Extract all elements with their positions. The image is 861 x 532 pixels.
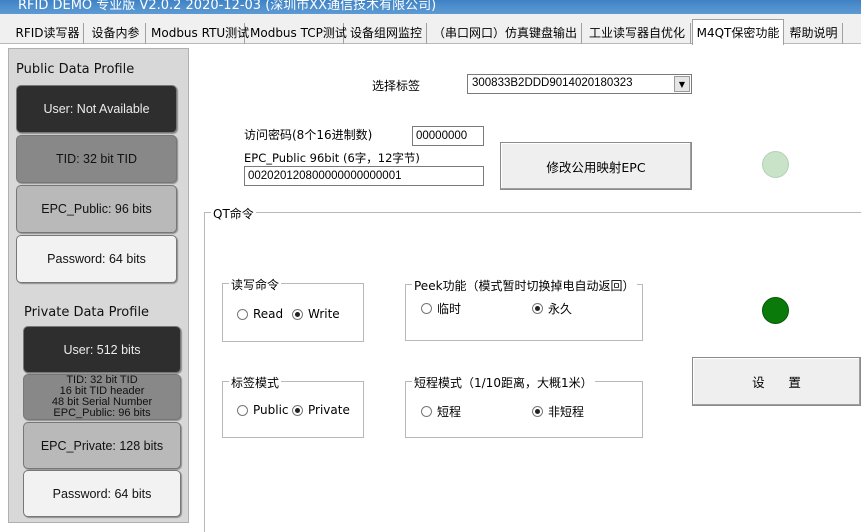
tab-help[interactable]: 帮助说明 xyxy=(785,23,843,44)
radio-dot-selected[interactable] xyxy=(532,303,543,314)
public-profile-title: Public Data Profile xyxy=(16,62,135,77)
qt-command-title: QT命令 xyxy=(211,205,256,222)
window-title: RFID DEMO 专业版 V2.0.2 2020-12-03 (深圳市XX通信… xyxy=(18,0,437,13)
modify-public-epc-button[interactable]: 修改公用映射EPC xyxy=(500,142,692,190)
private-profile-title: Private Data Profile xyxy=(24,305,150,320)
epc-public-input[interactable]: 002020120800000000000001 xyxy=(244,166,484,186)
tab-network-monitor[interactable]: 设备组网监控 xyxy=(346,23,427,44)
tab-m4qt-security[interactable]: M4QT保密功能 xyxy=(692,19,784,45)
private-user-block: User: 512 bits xyxy=(23,326,181,373)
short-range-title: 短程模式（1/10距离，大概1米） xyxy=(412,374,595,391)
radio-dot-selected[interactable] xyxy=(532,406,543,417)
tab-strip: RFID读写器 设备内参 Modbus RTU测试 Modbus TCP测试 设… xyxy=(0,14,861,45)
private-tid-line: EPC_Public: 96 bits xyxy=(53,407,151,419)
tab-device-params[interactable]: 设备内参 xyxy=(86,23,146,44)
set-button[interactable]: 设 置 xyxy=(692,357,861,406)
private-tid-block: TID: 32 bit TID 16 bit TID header 48 bit… xyxy=(23,374,181,420)
radio-dot[interactable] xyxy=(237,404,248,416)
radio-public[interactable]: Public xyxy=(237,403,289,417)
status-led-icon xyxy=(762,151,789,178)
radio-read[interactable]: Read xyxy=(237,307,283,321)
radio-nonshort-label: 非短程 xyxy=(548,405,585,419)
peek-title: Peek功能（模式暂时切换掉电自动返回） xyxy=(412,277,637,294)
public-epc-block: EPC_Public: 96 bits xyxy=(16,185,177,233)
radio-short-label: 短程 xyxy=(437,405,462,419)
public-password-block: Password: 64 bits xyxy=(16,235,177,283)
tab-keyboard-emulation[interactable]: （串口网口）仿真键盘输出 xyxy=(429,23,582,44)
private-epc-block: EPC_Private: 128 bits xyxy=(23,422,181,469)
window-title-bar: RFID DEMO 专业版 V2.0.2 2020-12-03 (深圳市XX通信… xyxy=(0,0,861,14)
tag-mode-title: 标签模式 xyxy=(229,374,282,391)
radio-peek-temp[interactable]: 临时 xyxy=(421,300,461,317)
tab-modbus-rtu[interactable]: Modbus RTU测试 xyxy=(148,23,249,44)
rw-command-title: 读写命令 xyxy=(229,276,282,293)
access-password-input[interactable]: 00000000 xyxy=(412,126,484,146)
epc-public-label: EPC_Public 96bit (6字，12字节) xyxy=(244,151,420,165)
tag-select-dropdown[interactable]: 300833B2DDD9014020180323 ▼ xyxy=(467,74,692,94)
radio-peek-perm-label: 永久 xyxy=(548,302,573,316)
chevron-down-icon[interactable]: ▼ xyxy=(674,76,690,92)
radio-write[interactable]: Write xyxy=(292,307,340,321)
radio-non-short-range[interactable]: 非短程 xyxy=(532,403,584,420)
radio-dot[interactable] xyxy=(237,308,248,320)
public-user-block: User: Not Available xyxy=(16,85,177,133)
tab-industrial-optimize[interactable]: 工业读写器自优化 xyxy=(584,23,691,44)
public-tid-block: TID: 32 bit TID xyxy=(16,135,177,183)
radio-read-label: Read xyxy=(253,307,284,321)
radio-dot[interactable] xyxy=(421,406,432,417)
access-password-label: 访问密码(8个16进制数) xyxy=(244,128,373,142)
tag-select-label: 选择标签 xyxy=(372,79,421,93)
radio-write-label: Write xyxy=(308,307,340,321)
radio-short-range[interactable]: 短程 xyxy=(421,403,461,420)
radio-dot-selected[interactable] xyxy=(292,308,303,320)
radio-private-label: Private xyxy=(308,403,350,417)
tab-rfid-reader[interactable]: RFID读写器 xyxy=(12,23,84,44)
radio-public-label: Public xyxy=(253,403,289,417)
radio-dot-selected[interactable] xyxy=(292,404,303,416)
status-led-active-icon xyxy=(762,297,789,324)
radio-peek-temp-label: 临时 xyxy=(437,302,462,316)
radio-peek-perm[interactable]: 永久 xyxy=(532,300,572,317)
tab-modbus-tcp[interactable]: Modbus TCP测试 xyxy=(247,23,347,44)
radio-dot[interactable] xyxy=(421,303,432,314)
tag-select-value: 300833B2DDD9014020180323 xyxy=(472,77,633,89)
private-password-block: Password: 64 bits xyxy=(23,470,181,517)
radio-private[interactable]: Private xyxy=(292,403,350,417)
